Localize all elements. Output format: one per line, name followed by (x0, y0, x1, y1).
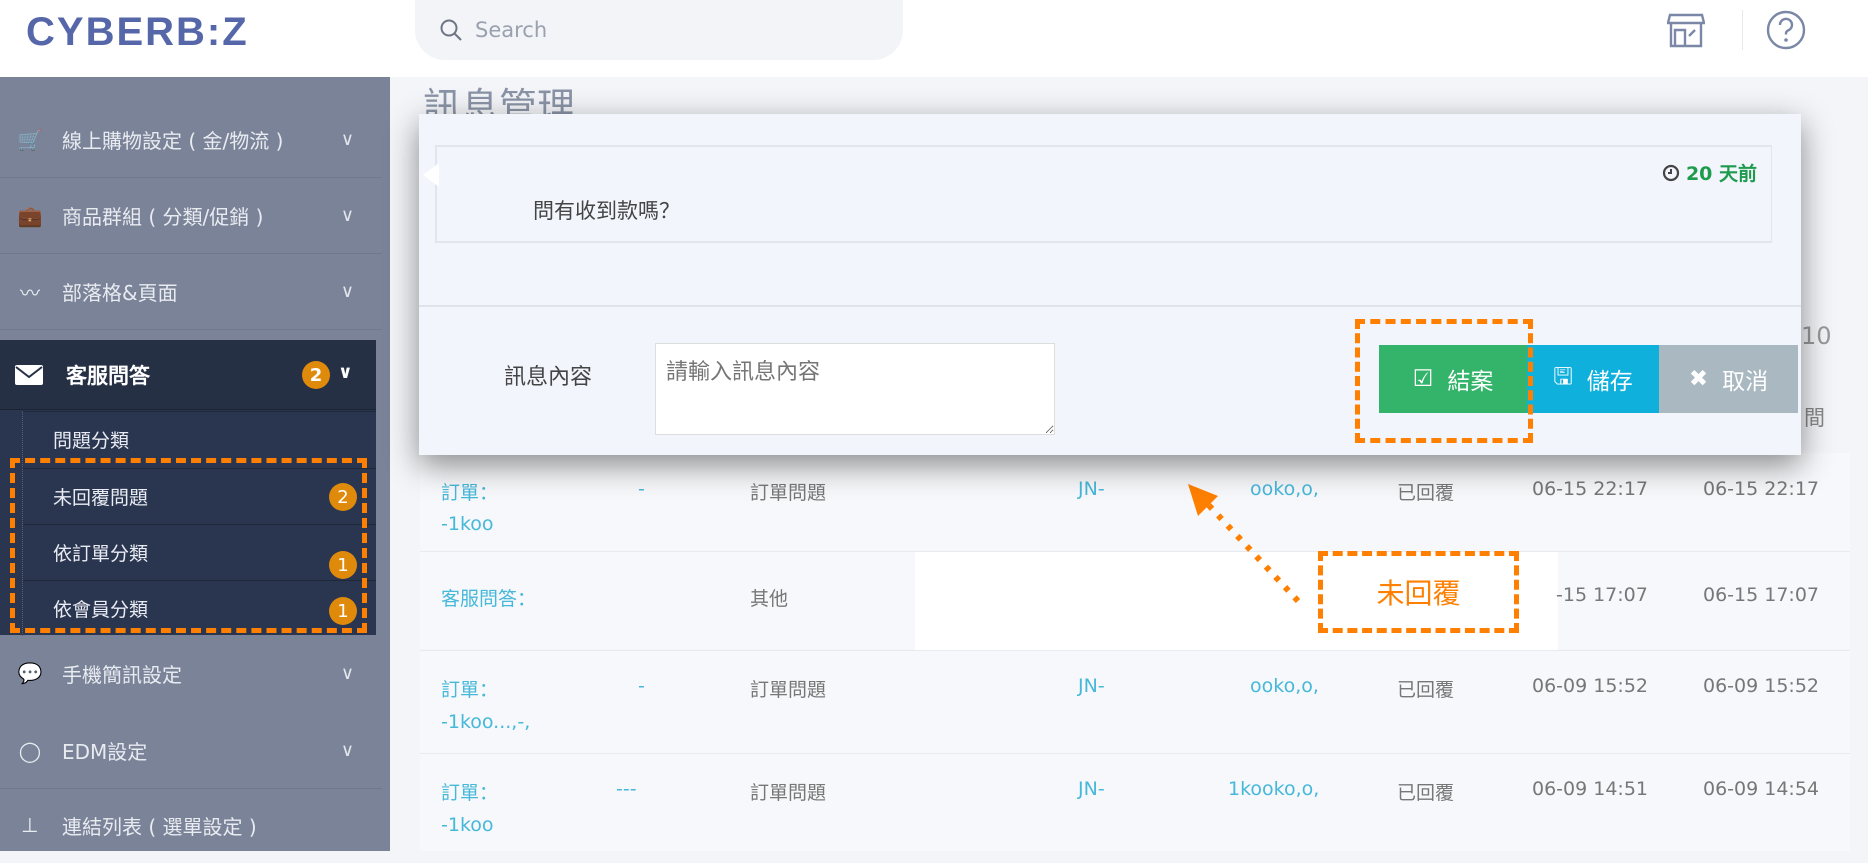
type-cell: 訂單問題 (750, 782, 827, 804)
updated-cell: 06-09 15:52 (1703, 675, 1820, 697)
status-cell: 已回覆 (1397, 782, 1455, 804)
table-row[interactable]: 訂單： -1koo...,-, - 訂單問題 JN- ooko,o, 已回覆 0… (420, 650, 1850, 753)
cell: - (638, 478, 645, 500)
sidebar-item-label: EDM設定 (62, 740, 148, 764)
table-row[interactable]: 客服問答： 其他 -15 17:07 06-15 17:07 (420, 551, 1850, 654)
subject-link[interactable]: -1koo (441, 513, 494, 535)
order-link[interactable]: JN- (1078, 778, 1105, 800)
type-cell: 訂單問題 (750, 679, 827, 701)
type-cell: 其他 (750, 588, 789, 610)
content-label: 訊息內容 (504, 365, 593, 390)
clock-icon (1662, 164, 1680, 181)
sidebar-item-label: 線上購物設定 ( 金/物流 ) (62, 129, 284, 153)
annotation-arrow (1188, 484, 1301, 604)
member-link[interactable]: 1kooko,o, (1228, 778, 1319, 800)
message-content-input[interactable] (655, 343, 1055, 435)
created-cell: 06-15 22:17 (1532, 478, 1649, 500)
order-link[interactable]: JN- (1078, 478, 1105, 500)
annotation-box (10, 458, 367, 633)
sidebar-item-label: 手機簡訊設定 (62, 662, 182, 687)
sidebar-item-edm[interactable]: ◯ EDM設定 ∨ (0, 713, 382, 789)
search-input[interactable]: Search (415, 0, 903, 60)
sidebar-item-label: 商品群組 ( 分類/促銷 ) (62, 205, 264, 229)
message-text: 問有收到款嗎？ (533, 199, 680, 223)
order-link[interactable]: JN- (1078, 675, 1105, 697)
partial-column-header: 間 (1804, 406, 1825, 430)
annotation-box (1355, 319, 1533, 443)
search-placeholder: Search (475, 18, 548, 42)
cell: - (638, 675, 645, 697)
search-icon (440, 19, 462, 41)
type-cell: 訂單問題 (750, 482, 827, 504)
subject-link[interactable]: 訂單： (441, 675, 498, 702)
top-header: CYBERB:Z Search (0, 0, 1868, 77)
close-icon: ✖ (1688, 366, 1709, 392)
annotation-label: 未回覆 (1376, 577, 1461, 610)
chevron-down-icon: ∨ (340, 281, 354, 302)
member-link[interactable]: ooko,o, (1250, 675, 1319, 697)
cart-icon: 🛒 (17, 127, 43, 152)
logo[interactable]: CYBERB:Z (26, 10, 249, 55)
chevron-down-icon: ∨ (338, 362, 353, 383)
subject-link[interactable]: 訂單： (441, 478, 498, 505)
sidebar-item-blog[interactable]: 〰部落格&頁面 ∨ (0, 254, 382, 330)
envelope-icon (15, 364, 43, 385)
sidebar-item-label: 客服問答 (66, 363, 150, 388)
cancel-button[interactable]: ✖ 取消 (1659, 345, 1798, 413)
sidebar-item-label: 部落格&頁面 (62, 281, 178, 305)
sidebar-item-shopping[interactable]: 🛒 線上購物設定 ( 金/物流 ) ∨ (0, 102, 382, 178)
updated-cell: 06-15 17:07 (1703, 584, 1820, 606)
status-cell: 已回覆 (1397, 482, 1455, 504)
updated-cell: 06-15 22:17 (1703, 478, 1820, 500)
status-cell: 已回覆 (1397, 679, 1455, 701)
table-row[interactable]: 訂單： -1koo - 訂單問題 JN- ooko,o, 已回覆 06-15 2… (420, 453, 1850, 551)
store-icon[interactable] (1667, 12, 1705, 48)
save-button[interactable]: 🖫 儲存 (1527, 345, 1659, 413)
sidebar-item-customer-service[interactable]: 客服問答 2 ∨ (0, 340, 376, 410)
button-label: 取消 (1722, 369, 1769, 395)
subject-link[interactable]: 客服問答： (441, 584, 536, 611)
divider (419, 305, 1801, 307)
cell: --- (616, 778, 637, 800)
created-cell: -15 17:07 (1556, 584, 1648, 606)
comment-icon: 💬 (17, 661, 43, 685)
sitemap-icon: ⊥ (21, 813, 39, 837)
button-label: 儲存 (1586, 369, 1633, 395)
help-icon[interactable] (1766, 10, 1806, 50)
sub-label: 問題分類 (53, 430, 130, 452)
subject-link[interactable]: -1koo (441, 814, 494, 836)
floppy-icon: 🖫 (1553, 363, 1573, 390)
header-divider (1742, 10, 1743, 50)
rss-icon: 〰 (20, 281, 40, 305)
annotation-box: 未回覆 (1318, 551, 1519, 633)
created-cell: 06-09 14:51 (1532, 778, 1649, 800)
updated-cell: 06-09 14:54 (1703, 778, 1820, 800)
bubble-pointer (423, 163, 439, 187)
briefcase-icon: 💼 (17, 203, 43, 228)
subject-link[interactable]: 訂單： (441, 778, 498, 805)
message-bubble: 20 天前 問有收到款嗎？ (423, 145, 1772, 243)
table-row[interactable]: 訂單： -1koo --- 訂單問題 JN- 1kooko,o, 已回覆 06-… (420, 753, 1850, 851)
count-badge: 2 (302, 361, 330, 389)
comment-outline-icon: ◯ (18, 738, 42, 763)
sidebar-item-label: 連結列表 ( 選單設定 ) (62, 814, 257, 839)
chevron-down-icon: ∨ (340, 129, 354, 150)
time-ago: 20 天前 (1685, 163, 1757, 185)
sidebar-item-sms[interactable]: 💬 手機簡訊設定 ∨ (0, 635, 382, 711)
chevron-down-icon: ∨ (340, 205, 354, 226)
sidebar-item-product-groups[interactable]: 💼 商品群組 ( 分類/促銷 ) ∨ (0, 178, 382, 254)
created-cell: 06-09 15:52 (1532, 675, 1649, 697)
chevron-down-icon: ∨ (340, 662, 354, 684)
sidebar-item-links[interactable]: ⊥ 連結列表 ( 選單設定 ) (0, 787, 382, 863)
partial-count: 10 (1801, 322, 1832, 350)
chevron-down-icon: ∨ (340, 740, 354, 761)
subject-link[interactable]: -1koo...,-, (441, 711, 530, 733)
message-modal: 20 天前 問有收到款嗎？ 訊息內容 ☑結案 🖫儲存 ✖取消 (419, 114, 1801, 455)
